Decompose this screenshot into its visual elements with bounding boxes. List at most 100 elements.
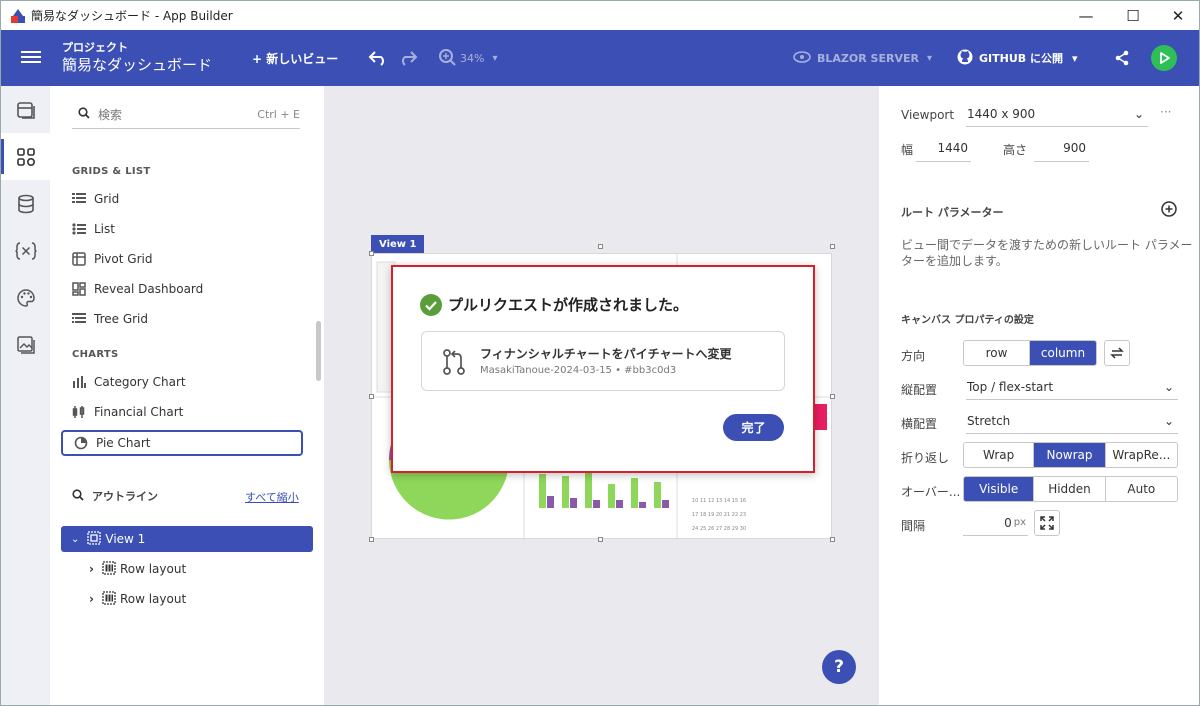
chevron-down-icon: ⌄	[1163, 413, 1174, 428]
component-category-chart[interactable]: Category Chart	[72, 372, 186, 392]
tree-grid-icon	[72, 312, 86, 326]
outline-row-layout[interactable]: › Row layout	[61, 586, 313, 612]
canvas-props-title: キャンバス プロパティの設定	[901, 315, 1034, 326]
minimize-button[interactable]: —	[1063, 1, 1109, 30]
dialog-title: プルリクエストが作成されました。	[448, 296, 689, 314]
success-check-icon	[420, 294, 442, 320]
horizontal-align-select[interactable]: Stretch ⌄	[966, 408, 1178, 434]
rail-components-icon[interactable]	[1, 133, 50, 180]
chevron-down-icon: ⌄	[1133, 106, 1144, 121]
more-options-icon[interactable]: ···	[1160, 105, 1171, 119]
maximize-button[interactable]: ☐	[1110, 1, 1156, 30]
github-icon	[957, 49, 973, 68]
wrap-reverse-option[interactable]: WrapRe...	[1106, 443, 1177, 467]
component-tree-grid[interactable]: Tree Grid	[72, 309, 148, 329]
outline-row-layout[interactable]: › Row layout	[61, 556, 313, 582]
view-tab-label[interactable]: View 1	[371, 235, 425, 253]
svg-text:24 25 26 27 28 29 30: 24 25 26 27 28 29 30	[692, 526, 746, 532]
expand-gap-icon[interactable]	[1034, 510, 1060, 536]
run-preview-button[interactable]	[1151, 45, 1177, 71]
window-title: 簡易なダッシュボード - App Builder	[31, 9, 233, 23]
height-input[interactable]: 900	[1034, 136, 1089, 162]
pivot-grid-icon	[72, 252, 86, 266]
add-circle-icon[interactable]	[1161, 201, 1177, 221]
viewport-select[interactable]: 1440 x 900 ⌄	[966, 101, 1148, 127]
svg-text:17 18 19 20 21 22 23: 17 18 19 20 21 22 23	[692, 512, 746, 518]
rail-data-icon[interactable]	[1, 180, 50, 227]
overflow-toggle: Visible Hidden Auto	[963, 476, 1178, 502]
share-icon[interactable]	[1114, 46, 1130, 70]
resize-handle[interactable]	[369, 251, 374, 256]
app-window: 簡易なダッシュボード - App Builder — ☐ ✕ プロジェクト 簡易…	[0, 0, 1200, 706]
component-list[interactable]: List	[72, 219, 115, 239]
undo-icon[interactable]	[368, 46, 388, 70]
resize-handle[interactable]	[830, 244, 835, 249]
platform-selector[interactable]: BLAZOR SERVER ▾	[793, 46, 932, 70]
overflow-hidden-option[interactable]: Hidden	[1034, 477, 1106, 501]
resize-handle[interactable]	[598, 537, 603, 542]
collapse-all-link[interactable]: すべて縮小	[245, 489, 299, 505]
bar-chart-icon	[72, 375, 86, 389]
chevron-down-icon[interactable]: ▾	[1072, 46, 1078, 70]
zoom-value: 34%	[460, 51, 485, 65]
direction-column-option[interactable]: column	[1030, 341, 1096, 365]
row-layout-icon	[102, 560, 116, 578]
chevron-down-icon: ⌄	[71, 533, 80, 545]
vertical-align-select[interactable]: Top / flex-start ⌄	[966, 374, 1178, 400]
list-icon	[72, 222, 86, 236]
pull-request-icon	[442, 348, 466, 380]
chevron-down-icon: ⌄	[1163, 379, 1174, 394]
menu-icon[interactable]	[21, 48, 41, 68]
panel-scrollbar[interactable]	[316, 321, 321, 381]
rail-views-icon[interactable]	[1, 86, 50, 133]
component-pie-chart[interactable]: Pie Chart	[61, 430, 303, 456]
project-name[interactable]: 簡易なダッシュボード	[62, 54, 212, 75]
svg-text:10 11 12 13 14 15 16: 10 11 12 13 14 15 16	[692, 498, 746, 504]
nowrap-option[interactable]: Nowrap	[1034, 443, 1106, 467]
wrap-option[interactable]: Wrap	[964, 443, 1035, 467]
component-financial-chart[interactable]: Financial Chart	[72, 402, 183, 422]
rail-assets-image-icon[interactable]	[1, 321, 50, 368]
platform-label: BLAZOR SERVER	[817, 51, 919, 65]
overflow-auto-option[interactable]: Auto	[1106, 477, 1177, 501]
resize-handle[interactable]	[830, 394, 835, 399]
play-icon	[1160, 52, 1170, 64]
resize-handle[interactable]	[830, 537, 835, 542]
chevron-right-icon: ›	[89, 562, 94, 576]
zoom-control[interactable]: 34% ▾	[438, 46, 497, 70]
component-pivot-grid[interactable]: Pivot Grid	[72, 249, 152, 269]
components-panel: 検索 Ctrl + E GRIDS & LIST Grid List Pivot…	[50, 86, 324, 705]
blazor-icon	[793, 49, 811, 68]
component-grid[interactable]: Grid	[72, 189, 119, 209]
redo-icon[interactable]	[398, 46, 418, 70]
component-search-input[interactable]: 検索 Ctrl + E	[72, 101, 300, 129]
pie-chart-icon	[74, 436, 88, 450]
help-button[interactable]: ?	[822, 650, 856, 684]
resize-handle[interactable]	[598, 244, 603, 249]
viewport-label: Viewport	[901, 108, 955, 122]
outline-view-1[interactable]: ⌄ View 1	[61, 526, 313, 552]
zoom-icon	[438, 48, 456, 69]
swap-direction-icon[interactable]	[1104, 340, 1130, 366]
search-shortcut: Ctrl + E	[257, 108, 300, 121]
overflow-visible-option[interactable]: Visible	[964, 477, 1035, 501]
resize-handle[interactable]	[369, 394, 374, 399]
new-view-button[interactable]: + 新しいビュー	[252, 50, 338, 67]
github-publish-button[interactable]: GITHUB に公開	[957, 46, 1063, 70]
design-canvas[interactable]: View 1 10 11 12 13 14 15 16 17 18 19 20 …	[324, 86, 879, 705]
pull-request-card[interactable]: フィナンシャルチャートをパイチャートへ変更 MasakiTanoue-2024-…	[421, 331, 785, 391]
route-params-description-1: ビュー間でデータを渡すための新しいルート パラメー	[901, 238, 1193, 252]
close-window-button[interactable]: ✕	[1155, 1, 1199, 30]
rail-variables-icon[interactable]	[1, 227, 50, 274]
width-input[interactable]: 1440	[916, 136, 971, 162]
gap-label: 間隔	[901, 519, 926, 533]
done-button[interactable]: 完了	[723, 414, 784, 441]
component-reveal-dashboard[interactable]: Reveal Dashboard	[72, 279, 203, 299]
resize-handle[interactable]	[369, 537, 374, 542]
rail-theme-palette-icon[interactable]	[1, 274, 50, 321]
wrap-label: 折り返し	[901, 451, 950, 465]
direction-toggle: row column	[963, 340, 1097, 366]
direction-row-option[interactable]: row	[964, 341, 1030, 365]
gap-input[interactable]: 0 px	[963, 510, 1028, 536]
search-icon	[78, 107, 90, 122]
